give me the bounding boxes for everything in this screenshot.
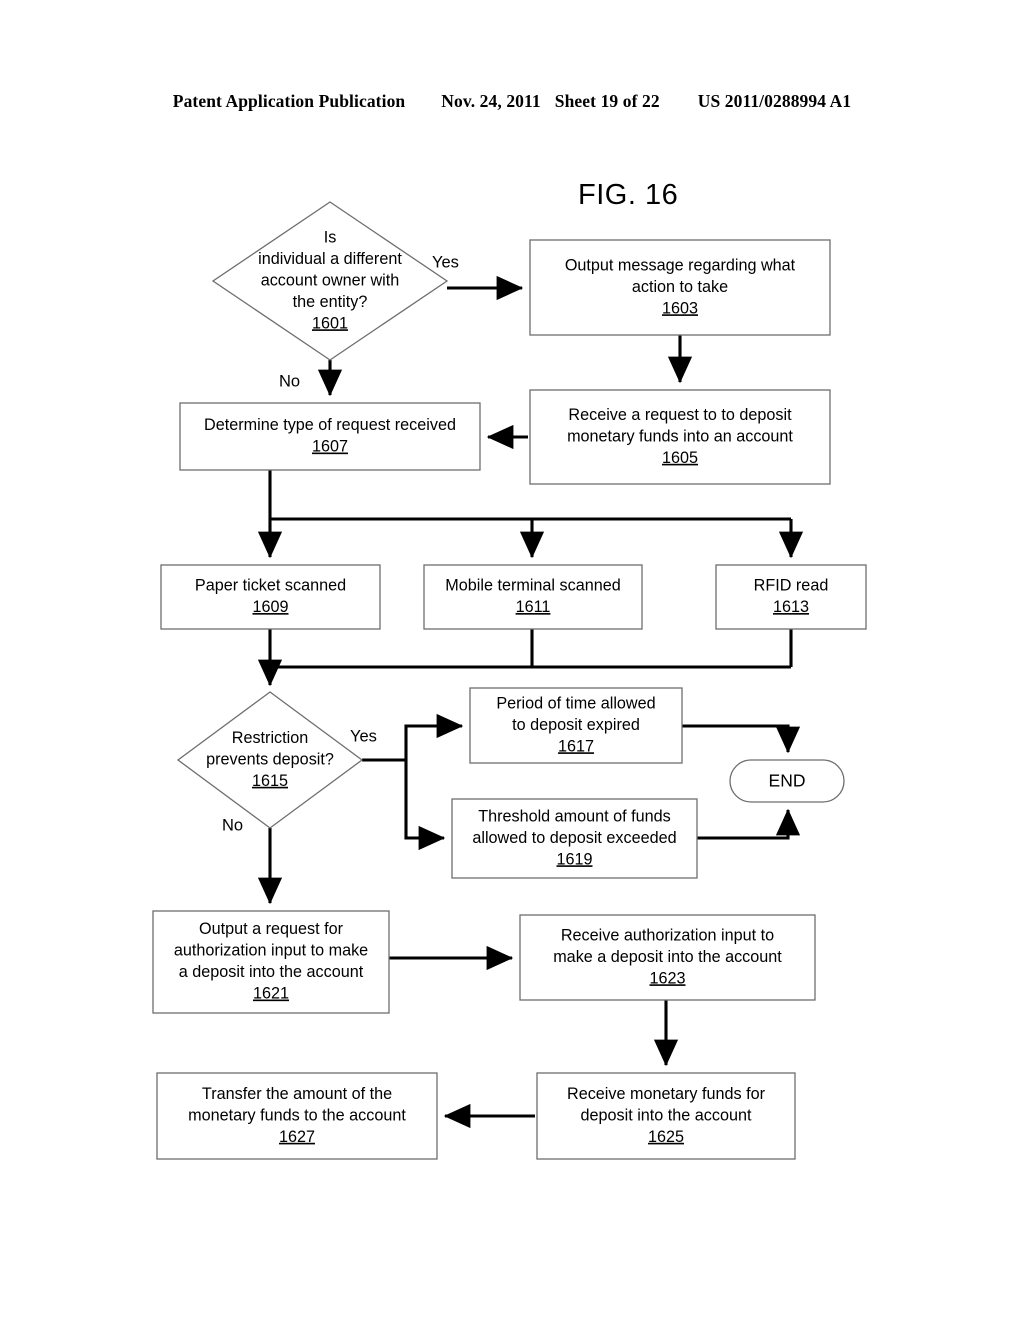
decision-1601-text: account owner with	[261, 271, 400, 289]
process-node-1607: Determine type of request received 1607	[179, 402, 481, 471]
process-1607-text: Determine type of request received	[204, 416, 456, 434]
decision-1615-text: Restriction	[232, 729, 308, 747]
nodes-layer: Output message regarding what action to t…	[152, 201, 867, 1160]
process-1617-text: Period of time allowed	[496, 694, 655, 712]
process-box-1613	[715, 564, 867, 630]
branch-label-1601-no: No	[279, 372, 300, 390]
process-1603-text: Output message regarding what	[565, 256, 796, 274]
process-1621-text: a deposit into the account	[179, 963, 364, 981]
decision-node-1601: Is individual a different account owner wi…	[211, 201, 459, 390]
flowchart: Output message regarding what action to t…	[152, 201, 867, 1160]
process-node-1619: Threshold amount of funds allowed to depo…	[451, 798, 698, 879]
process-1609-ref: 1609	[252, 598, 288, 616]
process-1603-ref: 1603	[662, 299, 698, 317]
process-1627-text: Transfer the amount of the	[202, 1085, 392, 1103]
connector-c-1617-end	[682, 724, 801, 754]
process-1619-text: Threshold amount of funds	[478, 807, 671, 825]
process-1605-text: monetary funds into an account	[567, 427, 793, 445]
process-node-1621: Output a request for authorization input …	[152, 910, 390, 1014]
terminal-node-end: END	[729, 759, 845, 803]
process-1621-text: Output a request for	[199, 920, 344, 938]
process-1605-ref: 1605	[662, 449, 698, 467]
decision-1601-text: the entity?	[293, 293, 368, 311]
decision-1601-text: Is	[324, 228, 337, 246]
process-1625-text: deposit into the account	[581, 1106, 752, 1124]
process-1603-text: action to take	[632, 278, 728, 296]
decision-1615-text: prevents deposit?	[206, 750, 334, 768]
process-node-1617: Period of time allowed to deposit expired…	[469, 687, 683, 764]
process-1609-text: Paper ticket scanned	[195, 577, 346, 595]
process-1623-ref: 1623	[649, 969, 685, 987]
branch-label-1601-yes: Yes	[432, 253, 459, 271]
connector-c-split-1617	[404, 713, 464, 760]
process-1617-text: to deposit expired	[512, 716, 640, 734]
decision-1601-text: individual a different	[258, 250, 402, 268]
process-box-1611	[423, 564, 643, 630]
process-node-1625: Receive monetary funds for deposit into t…	[536, 1072, 796, 1160]
process-1625-text: Receive monetary funds for	[567, 1085, 766, 1103]
process-1623-text: Receive authorization input to	[561, 926, 774, 944]
process-node-1613: RFID read 1613	[715, 564, 867, 630]
process-1613-ref: 1613	[773, 598, 809, 616]
process-1623-text: make a deposit into the account	[553, 948, 782, 966]
connector-c-split-1619	[404, 760, 446, 851]
process-node-1603: Output message regarding what action to t…	[529, 239, 831, 336]
process-node-1611: Mobile terminal scanned 1611	[423, 564, 643, 630]
process-node-1605: Receive a request to to deposit monetary …	[529, 389, 831, 485]
process-1625-ref: 1625	[648, 1128, 684, 1146]
decision-1601-ref: 1601	[312, 314, 348, 332]
process-1627-ref: 1627	[279, 1128, 315, 1146]
process-1627-text: monetary funds to the account	[188, 1106, 406, 1124]
process-1621-text: authorization input to make	[174, 942, 368, 960]
connector-c-1619-end	[697, 808, 801, 840]
terminal-label-end: END	[769, 771, 806, 791]
branch-label-1615-yes: Yes	[350, 727, 377, 745]
process-1619-text: allowed to deposit exceeded	[472, 829, 676, 847]
decision-node-1615: Restriction prevents deposit? 1615 Yes No	[176, 691, 377, 834]
process-node-1627: Transfer the amount of the monetary funds…	[156, 1072, 438, 1160]
process-1605-text: Receive a request to to deposit	[568, 406, 792, 424]
process-node-1609: Paper ticket scanned 1609	[160, 564, 381, 630]
process-1619-ref: 1619	[556, 850, 592, 868]
decision-1615-ref: 1615	[252, 772, 288, 790]
process-1621-ref: 1621	[253, 985, 289, 1003]
process-node-1623: Receive authorization input to make a dep…	[519, 914, 816, 1001]
process-1611-text: Mobile terminal scanned	[445, 577, 620, 595]
patent-page: Patent Application Publication Nov. 24, …	[0, 0, 1024, 1320]
process-1617-ref: 1617	[558, 737, 594, 755]
process-box-1607	[179, 402, 481, 471]
process-box-1609	[160, 564, 381, 630]
process-1611-ref: 1611	[516, 598, 551, 616]
process-1607-ref: 1607	[312, 438, 348, 456]
branch-label-1615-no: No	[222, 816, 243, 834]
process-1613-text: RFID read	[754, 577, 829, 595]
